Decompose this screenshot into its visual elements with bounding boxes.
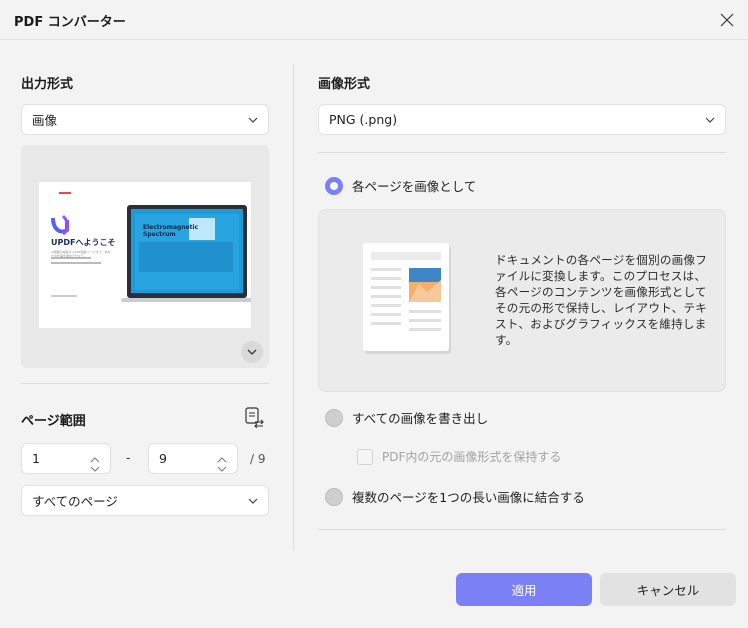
- radio-selected-icon: [325, 176, 343, 195]
- divider: [318, 152, 726, 153]
- option-description: ドキュメントの各ページを個別の画像ファイルに変換します。このプロセスは、各ページ…: [495, 253, 708, 347]
- chevron-up-icon[interactable]: [90, 451, 100, 463]
- option-combine-pages[interactable]: 複数のページを1つの長い画像に結合する: [325, 487, 585, 506]
- chevron-down-icon: [247, 349, 257, 355]
- preview-laptop-heading: Electromagnetic Spectrum: [143, 224, 199, 238]
- chevron-down-icon: [248, 115, 258, 125]
- preview-doc-subtitle: AI搭載の編集からPDF編集ツールまで、あなたの仕事を進化させよう。: [51, 250, 111, 258]
- radio-unselected-icon: [325, 487, 343, 506]
- output-format-select[interactable]: 画像: [21, 104, 269, 135]
- chevron-down-icon: [248, 496, 258, 506]
- option-export-all-images[interactable]: すべての画像を書き出し: [325, 408, 488, 427]
- range-end-stepper[interactable]: 9: [148, 443, 238, 474]
- title-bar: PDF コンバーター: [0, 0, 748, 40]
- option-description-box: ドキュメントの各ページを個別の画像ファイルに変換します。このプロセスは、各ページ…: [318, 209, 726, 392]
- radio-unselected-icon: [325, 408, 343, 427]
- preview-thumbnail: UPDFへようこそ AI搭載の編集からPDF編集ツールまで、あなたの仕事を進化さ…: [39, 182, 251, 328]
- output-format-value: 画像: [32, 113, 58, 128]
- divider: [318, 529, 726, 530]
- range-start-stepper[interactable]: 1: [21, 443, 111, 474]
- close-button[interactable]: [716, 9, 738, 31]
- preview-doc-title: UPDFへようこそ: [51, 238, 116, 247]
- output-format-label: 出力形式: [21, 77, 74, 92]
- page-to-image-illustration: [363, 243, 451, 354]
- apply-button[interactable]: 適用: [456, 573, 592, 606]
- range-end-value: 9: [159, 451, 167, 466]
- image-format-value: PNG (.png): [329, 112, 398, 127]
- divider: [21, 383, 269, 384]
- panel-divider: [293, 64, 294, 550]
- option-label: すべての画像を書き出し: [352, 411, 489, 426]
- image-format-select[interactable]: PNG (.png): [318, 104, 726, 135]
- option-label: 複数のページを1つの長い画像に結合する: [352, 490, 585, 505]
- chevron-down-icon[interactable]: [90, 460, 100, 472]
- page-subset-select[interactable]: すべてのページ: [21, 485, 269, 516]
- keep-format-checkbox[interactable]: [357, 448, 373, 465]
- page-subset-value: すべてのページ: [32, 494, 118, 509]
- chevron-down-icon: [705, 115, 715, 125]
- window-title: PDF コンバーター: [14, 15, 126, 30]
- image-format-label: 画像形式: [318, 77, 371, 92]
- close-icon: [720, 13, 734, 27]
- keep-format-label: PDF内の元の画像形式を保持する: [382, 450, 562, 464]
- option-each-page-as-image[interactable]: 各ページを画像として: [325, 176, 476, 195]
- page-range-label: ページ範囲: [21, 414, 86, 429]
- preview-scroll-button[interactable]: [241, 341, 263, 363]
- keep-format-checkbox-row[interactable]: PDF内の元の画像形式を保持する: [357, 448, 561, 465]
- chevron-down-icon[interactable]: [217, 460, 227, 472]
- range-dash: -: [126, 451, 131, 465]
- range-start-value: 1: [32, 451, 40, 466]
- option-label: 各ページを画像として: [352, 179, 477, 194]
- document-swap-icon: [245, 407, 264, 429]
- range-total: / 9: [250, 452, 266, 466]
- document-preview: UPDFへようこそ AI搭載の編集からPDF編集ツールまで、あなたの仕事を進化さ…: [21, 145, 269, 368]
- page-range-options-button[interactable]: [243, 406, 265, 429]
- chevron-up-icon[interactable]: [217, 451, 227, 463]
- cancel-button[interactable]: キャンセル: [600, 573, 736, 606]
